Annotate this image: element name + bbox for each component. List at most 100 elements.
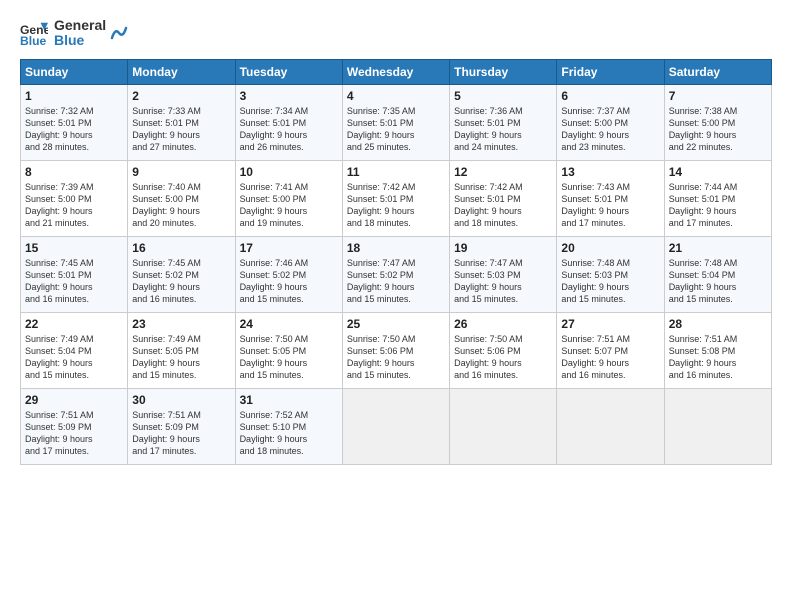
day-number: 24 <box>240 317 338 331</box>
calendar-cell: 9 Sunrise: 7:40 AMSunset: 5:00 PMDaylight… <box>128 160 235 236</box>
calendar-cell: 1Sunrise: 7:32 AMSunset: 5:01 PMDaylight… <box>21 84 128 160</box>
cell-info: Sunrise: 7:51 AMSunset: 5:08 PMDaylight:… <box>669 333 767 382</box>
calendar-week-5: 29 Sunrise: 7:51 AMSunset: 5:09 PMDayligh… <box>21 388 772 464</box>
cell-info: Sunrise: 7:47 AMSunset: 5:03 PMDaylight:… <box>454 257 552 306</box>
cell-info: Sunrise: 7:49 AMSunset: 5:05 PMDaylight:… <box>132 333 230 382</box>
calendar-cell: 4Sunrise: 7:35 AMSunset: 5:01 PMDaylight… <box>342 84 449 160</box>
cell-info: Sunrise: 7:51 AMSunset: 5:09 PMDaylight:… <box>25 409 123 458</box>
calendar-cell <box>342 388 449 464</box>
cell-info: Sunrise: 7:49 AMSunset: 5:04 PMDaylight:… <box>25 333 123 382</box>
cell-info: Sunrise: 7:39 AMSunset: 5:00 PMDaylight:… <box>25 181 123 230</box>
day-number: 15 <box>25 241 123 255</box>
day-number: 13 <box>561 165 659 179</box>
calendar-cell: 24 Sunrise: 7:50 AMSunset: 5:05 PMDayligh… <box>235 312 342 388</box>
calendar-page: General Blue General Blue SundayMondayTu… <box>0 0 792 612</box>
day-number: 29 <box>25 393 123 407</box>
day-number: 9 <box>132 165 230 179</box>
day-number: 27 <box>561 317 659 331</box>
calendar-cell: 6 Sunrise: 7:37 AMSunset: 5:00 PMDaylight… <box>557 84 664 160</box>
calendar-cell: 25Sunrise: 7:50 AMSunset: 5:06 PMDayligh… <box>342 312 449 388</box>
calendar-cell: 13 Sunrise: 7:43 AMSunset: 5:01 PMDayligh… <box>557 160 664 236</box>
day-number: 23 <box>132 317 230 331</box>
calendar-cell: 12 Sunrise: 7:42 AMSunset: 5:01 PMDayligh… <box>450 160 557 236</box>
calendar-week-4: 22Sunrise: 7:49 AMSunset: 5:04 PMDayligh… <box>21 312 772 388</box>
cell-info: Sunrise: 7:50 AMSunset: 5:05 PMDaylight:… <box>240 333 338 382</box>
cell-info: Sunrise: 7:42 AMSunset: 5:01 PMDaylight:… <box>454 181 552 230</box>
calendar-cell <box>450 388 557 464</box>
calendar-table: SundayMondayTuesdayWednesdayThursdayFrid… <box>20 59 772 465</box>
calendar-cell: 22Sunrise: 7:49 AMSunset: 5:04 PMDayligh… <box>21 312 128 388</box>
calendar-cell: 3 Sunrise: 7:34 AMSunset: 5:01 PMDaylight… <box>235 84 342 160</box>
calendar-cell <box>664 388 771 464</box>
day-number: 10 <box>240 165 338 179</box>
calendar-cell: 27Sunrise: 7:51 AMSunset: 5:07 PMDayligh… <box>557 312 664 388</box>
day-number: 8 <box>25 165 123 179</box>
calendar-header-sunday: Sunday <box>21 59 128 84</box>
cell-info: Sunrise: 7:33 AMSunset: 5:01 PMDaylight:… <box>132 105 230 154</box>
day-number: 12 <box>454 165 552 179</box>
logo-general: General <box>54 18 106 33</box>
calendar-body: 1Sunrise: 7:32 AMSunset: 5:01 PMDaylight… <box>21 84 772 464</box>
calendar-header-saturday: Saturday <box>664 59 771 84</box>
calendar-header-wednesday: Wednesday <box>342 59 449 84</box>
cell-info: Sunrise: 7:48 AMSunset: 5:03 PMDaylight:… <box>561 257 659 306</box>
cell-info: Sunrise: 7:37 AMSunset: 5:00 PMDaylight:… <box>561 105 659 154</box>
cell-info: Sunrise: 7:48 AMSunset: 5:04 PMDaylight:… <box>669 257 767 306</box>
calendar-cell: 10 Sunrise: 7:41 AMSunset: 5:00 PMDayligh… <box>235 160 342 236</box>
cell-info: Sunrise: 7:41 AMSunset: 5:00 PMDaylight:… <box>240 181 338 230</box>
day-number: 6 <box>561 89 659 103</box>
cell-info: Sunrise: 7:46 AMSunset: 5:02 PMDaylight:… <box>240 257 338 306</box>
cell-info: Sunrise: 7:36 AMSunset: 5:01 PMDaylight:… <box>454 105 552 154</box>
day-number: 17 <box>240 241 338 255</box>
calendar-cell: 2 Sunrise: 7:33 AMSunset: 5:01 PMDaylight… <box>128 84 235 160</box>
day-number: 11 <box>347 165 445 179</box>
calendar-header-monday: Monday <box>128 59 235 84</box>
cell-info: Sunrise: 7:50 AMSunset: 5:06 PMDaylight:… <box>454 333 552 382</box>
day-number: 14 <box>669 165 767 179</box>
cell-info: Sunrise: 7:51 AMSunset: 5:09 PMDaylight:… <box>132 409 230 458</box>
logo-blue: Blue <box>54 33 106 48</box>
day-number: 21 <box>669 241 767 255</box>
calendar-cell: 16Sunrise: 7:45 AMSunset: 5:02 PMDayligh… <box>128 236 235 312</box>
day-number: 26 <box>454 317 552 331</box>
day-number: 20 <box>561 241 659 255</box>
svg-text:Blue: Blue <box>20 35 47 48</box>
cell-info: Sunrise: 7:43 AMSunset: 5:01 PMDaylight:… <box>561 181 659 230</box>
day-number: 5 <box>454 89 552 103</box>
day-number: 19 <box>454 241 552 255</box>
calendar-cell: 26 Sunrise: 7:50 AMSunset: 5:06 PMDayligh… <box>450 312 557 388</box>
cell-info: Sunrise: 7:40 AMSunset: 5:00 PMDaylight:… <box>132 181 230 230</box>
cell-info: Sunrise: 7:34 AMSunset: 5:01 PMDaylight:… <box>240 105 338 154</box>
day-number: 28 <box>669 317 767 331</box>
calendar-header-friday: Friday <box>557 59 664 84</box>
logo-icon: General Blue <box>20 19 48 47</box>
calendar-week-3: 15Sunrise: 7:45 AMSunset: 5:01 PMDayligh… <box>21 236 772 312</box>
calendar-cell: 5 Sunrise: 7:36 AMSunset: 5:01 PMDaylight… <box>450 84 557 160</box>
calendar-header-row: SundayMondayTuesdayWednesdayThursdayFrid… <box>21 59 772 84</box>
calendar-cell: 23 Sunrise: 7:49 AMSunset: 5:05 PMDayligh… <box>128 312 235 388</box>
calendar-header-thursday: Thursday <box>450 59 557 84</box>
cell-info: Sunrise: 7:45 AMSunset: 5:02 PMDaylight:… <box>132 257 230 306</box>
logo: General Blue General Blue <box>20 18 128 49</box>
calendar-cell: 8 Sunrise: 7:39 AMSunset: 5:00 PMDaylight… <box>21 160 128 236</box>
day-number: 18 <box>347 241 445 255</box>
calendar-week-1: 1Sunrise: 7:32 AMSunset: 5:01 PMDaylight… <box>21 84 772 160</box>
calendar-cell: 7Sunrise: 7:38 AMSunset: 5:00 PMDaylight… <box>664 84 771 160</box>
cell-info: Sunrise: 7:52 AMSunset: 5:10 PMDaylight:… <box>240 409 338 458</box>
calendar-cell <box>557 388 664 464</box>
day-number: 4 <box>347 89 445 103</box>
day-number: 31 <box>240 393 338 407</box>
day-number: 1 <box>25 89 123 103</box>
cell-info: Sunrise: 7:42 AMSunset: 5:01 PMDaylight:… <box>347 181 445 230</box>
calendar-cell: 11 Sunrise: 7:42 AMSunset: 5:01 PMDayligh… <box>342 160 449 236</box>
calendar-cell: 18 Sunrise: 7:47 AMSunset: 5:02 PMDayligh… <box>342 236 449 312</box>
logo-wave-icon <box>110 24 128 42</box>
cell-info: Sunrise: 7:44 AMSunset: 5:01 PMDaylight:… <box>669 181 767 230</box>
calendar-cell: 31 Sunrise: 7:52 AMSunset: 5:10 PMDayligh… <box>235 388 342 464</box>
day-number: 3 <box>240 89 338 103</box>
cell-info: Sunrise: 7:47 AMSunset: 5:02 PMDaylight:… <box>347 257 445 306</box>
day-number: 2 <box>132 89 230 103</box>
day-number: 25 <box>347 317 445 331</box>
calendar-cell: 30 Sunrise: 7:51 AMSunset: 5:09 PMDayligh… <box>128 388 235 464</box>
day-number: 30 <box>132 393 230 407</box>
